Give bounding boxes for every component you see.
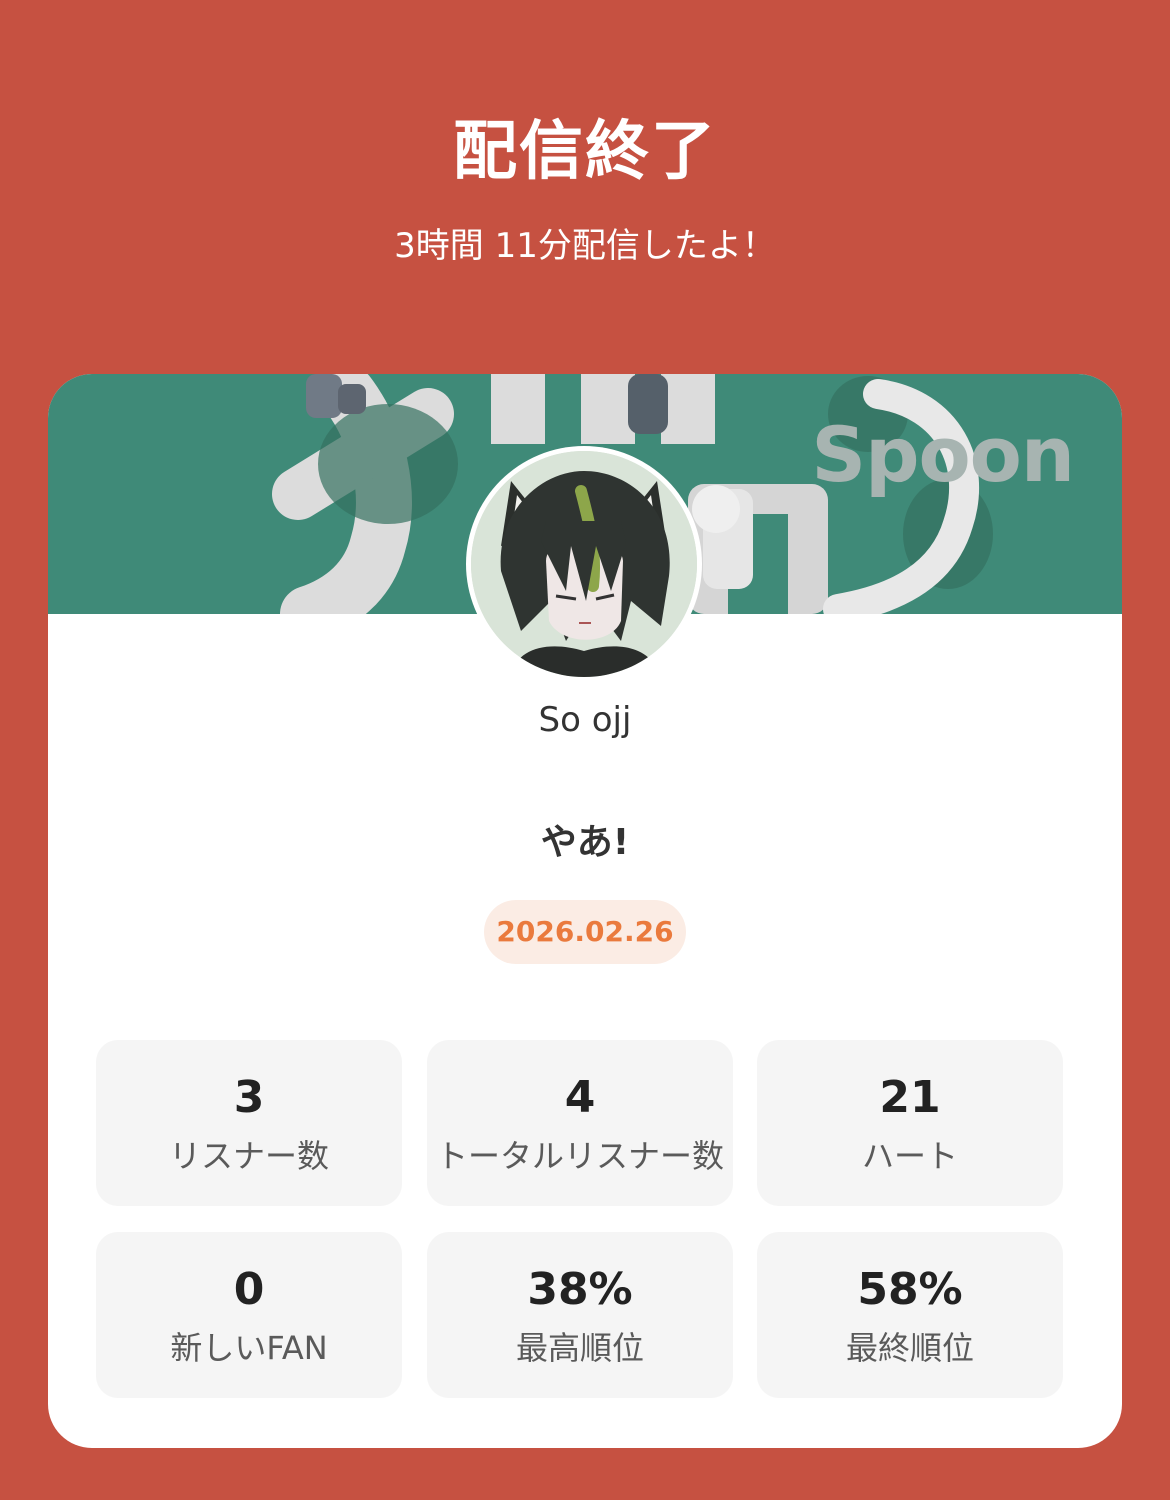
avatar-image — [471, 451, 697, 677]
user-avatar[interactable] — [466, 446, 702, 682]
stat-final-rank: 58% 最終順位 — [757, 1232, 1063, 1398]
date-badge: 2026.02.26 — [484, 900, 686, 964]
avatar-illustration-icon — [471, 451, 697, 677]
broadcast-summary-card: Spoon So ojj やあ! 2026.02.26 3 リスナー数 4 トー… — [48, 374, 1122, 1448]
stat-listeners: 3 リスナー数 — [96, 1040, 402, 1206]
stat-total-listeners: 4 トータルリスナー数 — [427, 1040, 733, 1206]
stat-label: 新しいFAN — [170, 1329, 328, 1367]
stat-value: 4 — [564, 1072, 596, 1123]
stat-label: リスナー数 — [168, 1137, 329, 1175]
stat-value: 58% — [857, 1264, 963, 1315]
stat-highest-rank: 38% 最高順位 — [427, 1232, 733, 1398]
room-title: やあ! — [540, 822, 630, 863]
broadcast-duration: 3時間 11分配信したよ！ — [394, 226, 776, 266]
stat-value: 38% — [527, 1264, 633, 1315]
stat-new-fans: 0 新しいFAN — [96, 1232, 402, 1398]
stat-label: 最終順位 — [845, 1329, 974, 1367]
stat-value: 0 — [233, 1264, 265, 1315]
spoon-logo: Spoon — [811, 410, 1075, 499]
stat-value: 3 — [233, 1072, 265, 1123]
stat-label: トータルリスナー数 — [435, 1137, 724, 1175]
stat-label: 最高順位 — [515, 1329, 644, 1367]
stat-label: ハート — [861, 1137, 958, 1175]
stat-hearts: 21 ハート — [757, 1040, 1063, 1206]
stat-value: 21 — [879, 1072, 941, 1123]
username: So ojj — [538, 700, 632, 740]
page-title: 配信終了 — [453, 115, 717, 189]
